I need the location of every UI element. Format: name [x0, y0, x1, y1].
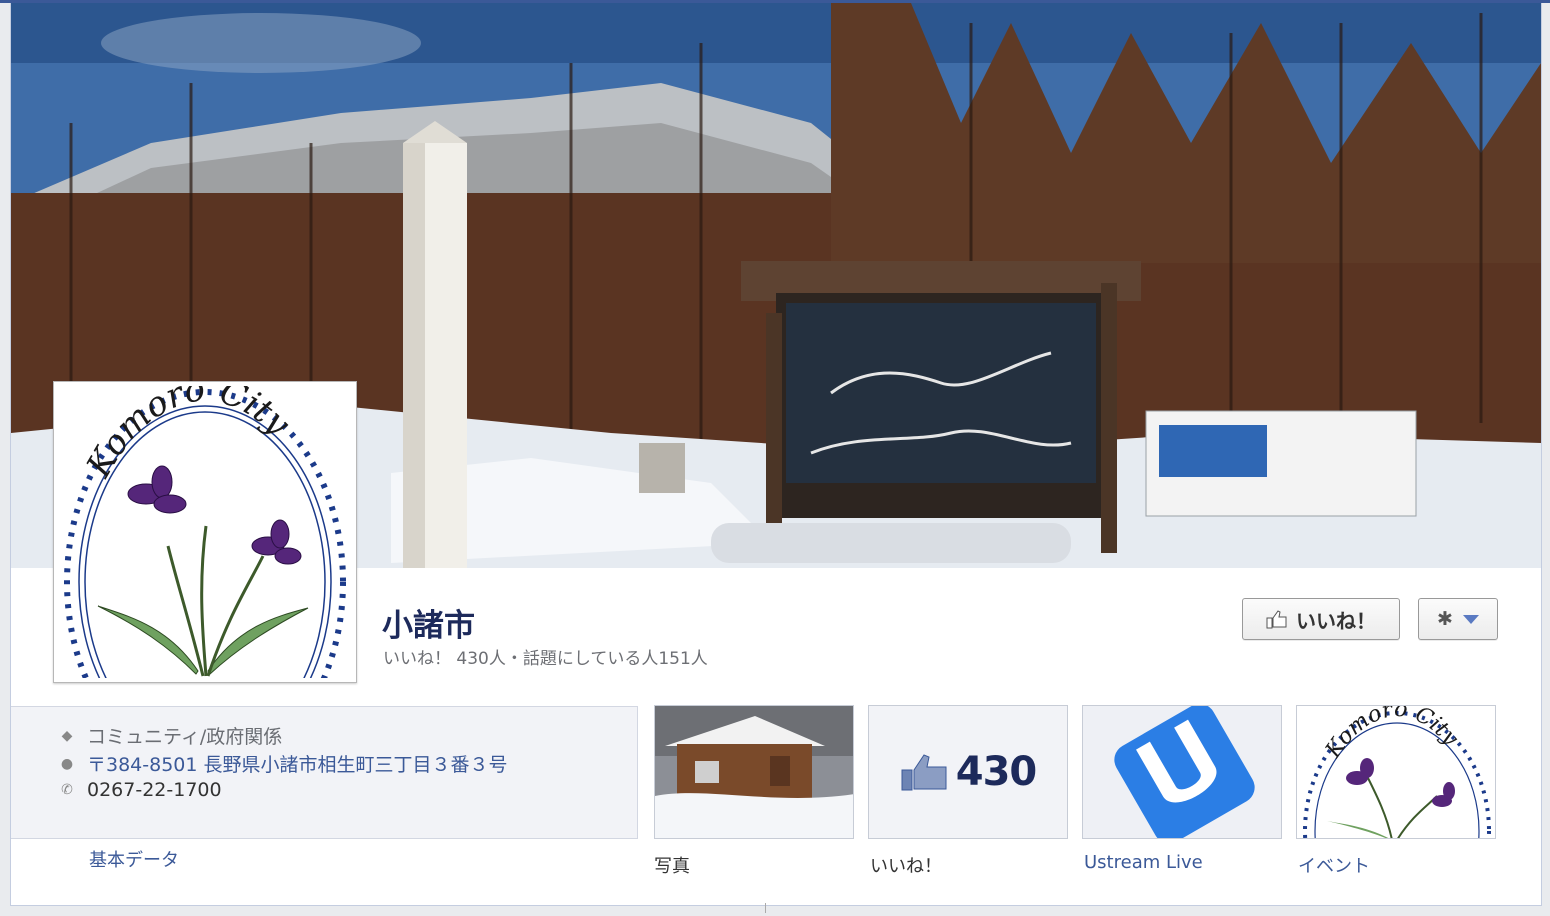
events-tile[interactable]: Komoro City: [1296, 705, 1496, 839]
timeline-spine: [765, 903, 766, 913]
photo-thumbnail: [655, 706, 853, 838]
phone-text: 0267-22-1700: [87, 779, 222, 801]
thumbs-up-icon: [901, 754, 947, 791]
phone-row: ✆ 0267-22-1700: [59, 779, 222, 801]
tag-icon: ◆: [61, 727, 73, 744]
profile-picture[interactable]: Komoro City: [53, 381, 357, 683]
page-stats: いいね！ 430人・話題にしている人151人: [383, 649, 708, 669]
komoro-logo: Komoro City: [1297, 706, 1495, 838]
address-row[interactable]: ● 〒384-8501 長野県小諸市相生町三丁目３番３号: [59, 750, 508, 777]
ustream-label[interactable]: Ustream Live: [1084, 852, 1203, 873]
gear-icon: ✱: [1437, 608, 1453, 630]
pin-icon: ●: [60, 755, 74, 772]
chevron-down-icon: [1462, 614, 1479, 624]
category-text: コミュニティ/政府関係: [87, 726, 283, 748]
komoro-logo: Komoro City: [58, 386, 352, 678]
timeline-header: Komoro City 小諸市 いいね！ 430人・話題にしている人151人 い…: [10, 3, 1542, 906]
like-button-label: いいね！: [1296, 608, 1376, 633]
photos-tile[interactable]: [654, 705, 854, 839]
likes-count: 430: [955, 749, 1037, 795]
address-link[interactable]: 〒384-8501 長野県小諸市相生町三丁目３番３号: [87, 750, 508, 777]
settings-dropdown-button[interactable]: ✱: [1418, 598, 1498, 640]
like-button[interactable]: いいね！: [1242, 598, 1400, 640]
about-link[interactable]: 基本データ: [89, 846, 179, 872]
category-row: ◆ コミュニティ/政府関係: [59, 722, 283, 749]
ustream-icon: [1083, 706, 1281, 838]
photos-label[interactable]: 写真: [654, 852, 690, 878]
thumbs-up-icon: [1266, 610, 1287, 629]
likes-tile[interactable]: 430: [868, 705, 1068, 839]
page-title[interactable]: 小諸市: [382, 600, 475, 645]
ustream-tile[interactable]: [1082, 705, 1282, 839]
about-box: ◆ コミュニティ/政府関係 ● 〒384-8501 長野県小諸市相生町三丁目３番…: [11, 706, 638, 839]
likes-label[interactable]: いいね！: [870, 852, 942, 878]
events-label[interactable]: イベント: [1298, 852, 1370, 878]
phone-icon: ✆: [61, 782, 73, 798]
